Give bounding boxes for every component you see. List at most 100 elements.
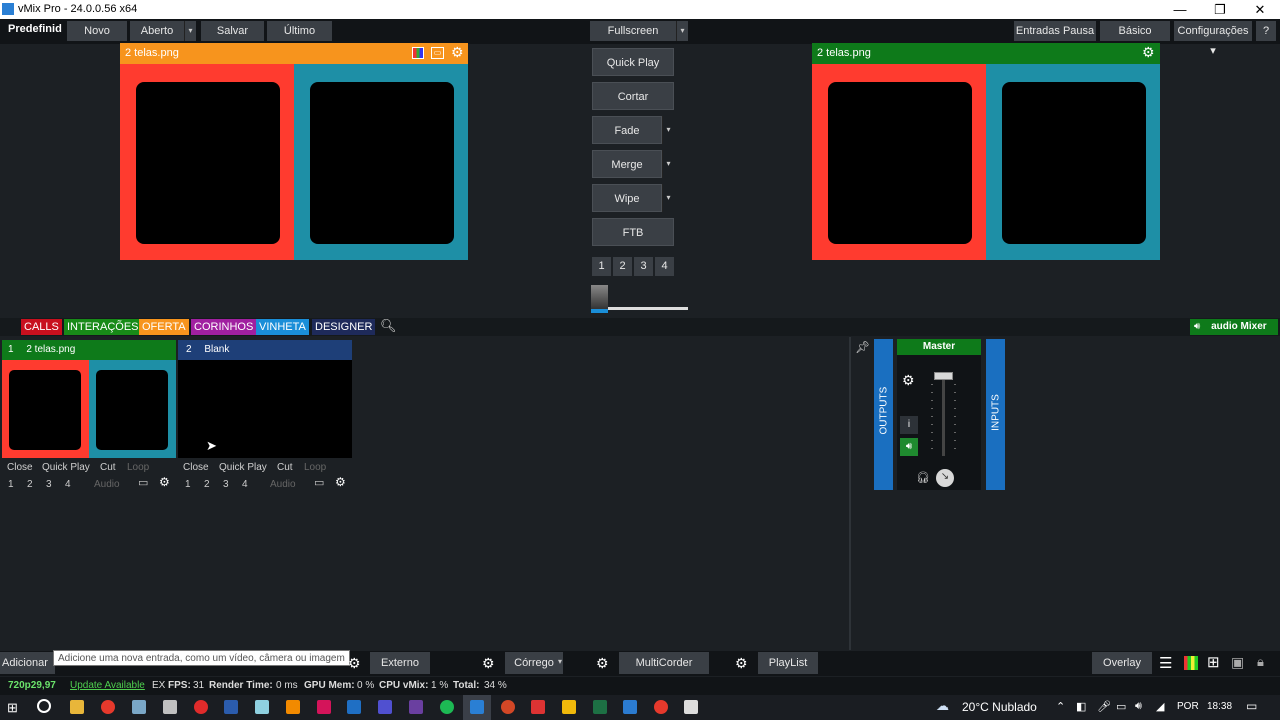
file-explorer-icon[interactable] xyxy=(70,700,84,714)
input-2-header[interactable]: 2 Blank xyxy=(178,340,352,360)
multicorder-button[interactable]: MultiCorder xyxy=(619,652,709,674)
preset-label[interactable]: Predefinid xyxy=(8,23,62,35)
restore-button[interactable]: ❐ xyxy=(1200,0,1240,19)
externo-button[interactable]: Externo xyxy=(370,652,430,674)
corrego-dropdown[interactable]: ▾ xyxy=(558,657,562,666)
playlist-settings-icon[interactable]: ⚙ xyxy=(735,655,748,672)
t-bar-handle[interactable] xyxy=(591,285,608,313)
powerpoint-icon[interactable] xyxy=(501,700,515,714)
color-picker-icon[interactable] xyxy=(412,47,424,59)
after-effects-icon[interactable] xyxy=(378,700,392,714)
panel-divider[interactable] xyxy=(849,337,851,650)
output-settings-icon[interactable]: ⚙ xyxy=(1142,44,1155,61)
input-1-audio-button[interactable]: Audio xyxy=(94,478,120,491)
audio-mixer-toggle[interactable]: 🔊︎ audio Mixer xyxy=(1190,319,1278,335)
input-2-loop-button[interactable]: Loop xyxy=(304,461,326,474)
basico-button[interactable]: Básico xyxy=(1100,21,1170,41)
externo-settings-icon[interactable]: ⚙ xyxy=(348,655,361,672)
cortana-icon[interactable] xyxy=(37,699,51,713)
input-2-audio-button[interactable]: Audio xyxy=(270,478,296,491)
input-2-quick-play-button[interactable]: Quick Play xyxy=(219,461,267,474)
corrego-settings-icon[interactable]: ⚙ xyxy=(482,655,495,672)
ftb-button[interactable]: FTB xyxy=(592,218,674,246)
cortar-button[interactable]: Cortar xyxy=(592,82,674,110)
snapshot-icon[interactable]: ▣ xyxy=(1231,654,1244,671)
transition-1-button[interactable]: 1 xyxy=(592,257,611,276)
aberto-button[interactable]: Aberto xyxy=(130,21,184,41)
volume-icon[interactable]: 🔊︎ xyxy=(1135,700,1142,713)
clock[interactable]: 18:38 xyxy=(1207,701,1232,712)
master-settings-icon[interactable]: ⚙ xyxy=(902,372,915,389)
windows-start-icon[interactable]: ⊞ xyxy=(7,700,18,716)
fullscreen-button[interactable]: Fullscreen xyxy=(590,21,676,41)
input-2-monitor-icon[interactable]: ▭ xyxy=(314,477,324,490)
minimize-button[interactable]: — xyxy=(1160,0,1200,19)
transition-4-button[interactable]: 4 xyxy=(655,257,674,276)
transition-2-button[interactable]: 2 xyxy=(613,257,632,276)
merge-dropdown[interactable]: ▾ xyxy=(662,150,674,178)
overlay-button[interactable]: Overlay xyxy=(1092,652,1152,674)
master-fader-handle[interactable] xyxy=(934,372,953,380)
aberto-dropdown[interactable]: ▾ xyxy=(184,21,196,41)
input-2-overlay-2[interactable]: 2 xyxy=(204,478,210,491)
input-1-overlay-3[interactable]: 3 xyxy=(46,478,52,491)
excel-icon[interactable] xyxy=(593,700,607,714)
app-icon-17[interactable] xyxy=(562,700,576,714)
tab-calls[interactable]: CALLS xyxy=(21,319,62,335)
document-icon[interactable] xyxy=(684,700,698,714)
quick-play-button[interactable]: Quick Play xyxy=(592,48,674,76)
close-button[interactable]: ✕ xyxy=(1240,0,1280,19)
fade-button[interactable]: Fade xyxy=(592,116,662,144)
fade-dropdown[interactable]: ▾ xyxy=(662,116,674,144)
input-2-settings-icon[interactable]: ⚙ xyxy=(335,476,346,489)
word-icon[interactable] xyxy=(224,700,238,714)
vmix-taskbar-icon[interactable] xyxy=(470,700,484,714)
outputs-panel-toggle[interactable]: OUTPUTS xyxy=(874,339,893,490)
language-indicator[interactable]: POR xyxy=(1177,701,1199,712)
search-icon[interactable]: 🔍︎ xyxy=(380,318,397,334)
fullscreen-dropdown[interactable]: ▾ xyxy=(676,21,688,41)
corrego-button[interactable]: Córrego xyxy=(505,652,563,674)
list-view-icon[interactable]: ☰ xyxy=(1159,654,1172,672)
input-1-settings-icon[interactable]: ⚙ xyxy=(159,476,170,489)
merge-button[interactable]: Merge xyxy=(592,150,662,178)
tray-expand-icon[interactable]: ⌃ xyxy=(1056,700,1065,713)
spotify-icon[interactable] xyxy=(440,700,454,714)
entradas-pausa-button[interactable]: Entradas Pausa xyxy=(1014,21,1096,41)
tab-corinhos[interactable]: CORINHOS xyxy=(191,319,257,335)
app-icon-3[interactable] xyxy=(132,700,146,714)
pin-icon[interactable]: 📌︎ xyxy=(855,340,870,354)
input-1-thumb-left[interactable] xyxy=(2,360,89,458)
chrome-icon-2[interactable] xyxy=(654,700,668,714)
weather-text[interactable]: 20°C Nublado xyxy=(962,700,1037,714)
microphone-icon[interactable]: 🎤︎ xyxy=(1097,700,1111,713)
network-icon[interactable]: ◢ xyxy=(1156,700,1164,713)
input-2-close-button[interactable]: Close xyxy=(183,461,209,474)
master-mute-button[interactable]: 🔊︎ xyxy=(900,438,918,456)
help-button[interactable]: ? xyxy=(1256,21,1276,41)
opera-icon[interactable] xyxy=(194,700,208,714)
input-1-quick-play-button[interactable]: Quick Play xyxy=(42,461,90,474)
chrome-icon[interactable] xyxy=(101,700,115,714)
preview-settings-icon[interactable]: ⚙ xyxy=(451,44,464,61)
tab-interacoes[interactable]: INTERAÇÕES xyxy=(64,319,142,335)
master-volume-knob[interactable]: ↘ xyxy=(936,469,954,487)
grid-view-icon[interactable]: ⊞ xyxy=(1207,653,1220,671)
input-2-overlay-4[interactable]: 4 xyxy=(242,478,248,491)
illustrator-icon[interactable] xyxy=(286,700,300,714)
audio-meter-icon[interactable] xyxy=(1184,656,1198,670)
ultimo-button[interactable]: Último xyxy=(267,21,332,41)
photoshop-icon[interactable] xyxy=(347,700,361,714)
input-1-header[interactable]: 1 2 telas.png xyxy=(2,340,176,360)
input-1-close-button[interactable]: Close xyxy=(7,461,33,474)
inputs-panel-toggle[interactable]: INPUTS xyxy=(986,339,1005,490)
indesign-icon[interactable] xyxy=(317,700,331,714)
input-1-thumb-right[interactable] xyxy=(89,360,176,458)
tab-vinheta[interactable]: VINHETA xyxy=(256,319,309,335)
input-2-overlay-3[interactable]: 3 xyxy=(223,478,229,491)
input-1-overlay-4[interactable]: 4 xyxy=(65,478,71,491)
input-2-overlay-1[interactable]: 1 xyxy=(185,478,191,491)
wipe-dropdown[interactable]: ▾ xyxy=(662,184,674,212)
input-1-overlay-2[interactable]: 2 xyxy=(27,478,33,491)
headphones-icon[interactable]: 🎧︎ xyxy=(916,471,930,484)
